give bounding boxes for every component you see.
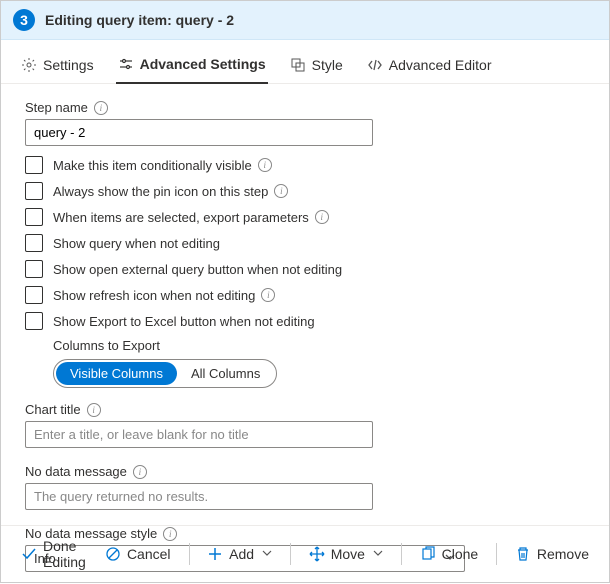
columns-export-section: Columns to Export Visible Columns All Co… [53,338,585,388]
checkbox-show-refresh[interactable] [25,286,43,304]
move-icon [309,546,325,562]
segment-all-columns[interactable]: All Columns [177,362,274,385]
tab-bar: Settings Advanced Settings Style Advance… [1,40,609,84]
checkbox-show-export-excel[interactable] [25,312,43,330]
step-name-label: Step name i [25,100,585,115]
chart-title-label: Chart title i [25,402,585,417]
info-icon[interactable]: i [94,101,108,115]
info-icon[interactable]: i [261,288,275,302]
checkbox-show-external[interactable] [25,260,43,278]
plus-icon [207,546,223,562]
tab-label: Style [312,57,343,73]
footer-toolbar: Done Editing Cancel Add Move Clone [1,525,609,582]
tab-advanced-editor[interactable]: Advanced Editor [365,50,494,83]
columns-export-toggle: Visible Columns All Columns [53,359,277,388]
info-icon[interactable]: i [87,403,101,417]
copy-icon [420,546,436,562]
checkbox-label: Show refresh icon when not editing i [53,288,275,303]
no-data-message-label: No data message i [25,464,585,479]
prohibit-icon [105,546,121,562]
tab-advanced-settings[interactable]: Advanced Settings [116,50,268,84]
tab-label: Settings [43,57,94,73]
info-icon[interactable]: i [315,210,329,224]
style-icon [290,57,306,73]
checkbox-conditionally-visible[interactable] [25,156,43,174]
remove-button[interactable]: Remove [509,542,595,566]
form-content: Step name i Make this item conditionally… [1,84,609,584]
checkbox-export-parameters[interactable] [25,208,43,226]
checkbox-label: When items are selected, export paramete… [53,210,329,225]
step-name-input[interactable] [25,119,373,146]
divider [496,543,497,565]
info-icon[interactable]: i [258,158,272,172]
checkbox-label: Make this item conditionally visible i [53,158,272,173]
tab-style[interactable]: Style [288,50,345,83]
checkbox-label: Show query when not editing [53,236,220,251]
no-data-message-input[interactable] [25,483,373,510]
divider [401,543,402,565]
info-icon[interactable]: i [133,465,147,479]
divider [290,543,291,565]
gear-icon [21,57,37,73]
sliders-icon [118,56,134,72]
tab-label: Advanced Editor [389,57,492,73]
code-icon [367,57,383,73]
cancel-button[interactable]: Cancel [99,542,177,566]
info-icon[interactable]: i [274,184,288,198]
add-button[interactable]: Add [201,542,278,566]
chevron-down-icon [373,548,383,561]
header-title: Editing query item: query - 2 [45,12,234,28]
step-number-badge: 3 [13,9,35,31]
tab-label: Advanced Settings [140,56,266,72]
tab-settings[interactable]: Settings [19,50,96,83]
chevron-down-icon [262,548,272,561]
clone-button[interactable]: Clone [414,542,485,566]
move-button[interactable]: Move [303,542,389,566]
editor-header: 3 Editing query item: query - 2 [1,1,609,40]
checkbox-label: Show Export to Excel button when not edi… [53,314,315,329]
checkbox-label: Always show the pin icon on this step i [53,184,288,199]
checkbox-label: Show open external query button when not… [53,262,342,277]
divider [189,543,190,565]
checkmark-icon [21,546,37,562]
trash-icon [515,546,531,562]
columns-export-label: Columns to Export [53,338,585,353]
chart-title-input[interactable] [25,421,373,448]
segment-visible-columns[interactable]: Visible Columns [56,362,177,385]
checkbox-pin-icon[interactable] [25,182,43,200]
checkbox-show-query[interactable] [25,234,43,252]
done-editing-button[interactable]: Done Editing [15,534,93,574]
